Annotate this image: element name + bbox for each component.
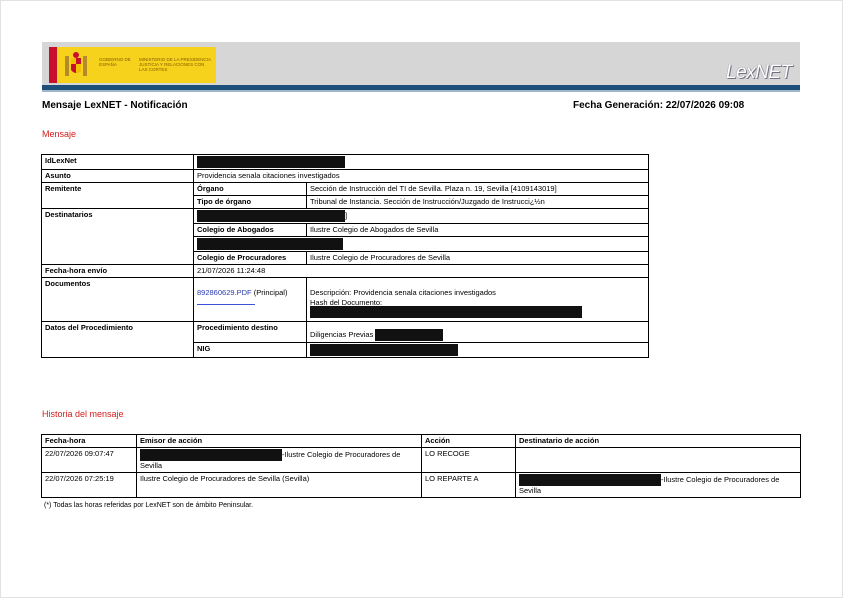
table-row: 22/07/2026 07:25:19 Ilustre Colegio de P… bbox=[41, 472, 801, 498]
redacted-block bbox=[197, 156, 345, 168]
table-row: Documentos 892860629.PDF (Principal) Des… bbox=[41, 277, 649, 322]
page-title: Mensaje LexNET - Notificación bbox=[42, 100, 188, 111]
column-header: Fecha-hora bbox=[41, 434, 137, 448]
column-header: Emisor de acción bbox=[136, 434, 422, 448]
government-logo: GOBIERNO DE ESPAÑA MINISTERIO DE LA PRES… bbox=[49, 47, 216, 83]
redacted-block bbox=[197, 210, 345, 222]
colegio-procuradores-value: Ilustre Colegio de Procuradores de Sevil… bbox=[306, 251, 649, 265]
asunto-label: Asunto bbox=[41, 169, 194, 183]
redacted-block bbox=[375, 329, 444, 341]
table-row: Datos del Procedimiento Procedimiento de… bbox=[41, 321, 649, 358]
emisor-cell: Ilustre Colegio de Procuradores de Sevil… bbox=[136, 472, 422, 498]
header-line bbox=[42, 90, 800, 92]
accion-cell: LO REPARTE A bbox=[421, 472, 516, 498]
fecha-cell: 22/07/2026 07:25:19 bbox=[41, 472, 137, 498]
colegio-abogados-label: Colegio de Abogados bbox=[193, 223, 307, 237]
table-row: Remitente Órgano Sección de Instrucción … bbox=[41, 182, 649, 209]
colegio-abogados-value: Ilustre Colegio de Abogados de Sevilla bbox=[306, 223, 649, 237]
bracket-suffix: ] bbox=[345, 210, 348, 220]
table-row: Fecha-hora envío 21/07/2026 11:24:48 bbox=[41, 264, 649, 278]
column-header: Acción bbox=[421, 434, 516, 448]
document-link-underline bbox=[197, 304, 255, 305]
fecha-envio-value: 21/07/2026 11:24:48 bbox=[193, 264, 649, 278]
redacted-block bbox=[519, 474, 661, 486]
ministry-text: MINISTERIO DE LA PRESIDENCIA JUSTICIA Y … bbox=[139, 57, 211, 72]
destinatarios-label: Destinatarios bbox=[41, 208, 194, 265]
flag-stripe bbox=[49, 47, 57, 83]
procedimiento-destino-value: Diligencias Previas bbox=[310, 329, 374, 339]
coat-of-arms-icon bbox=[65, 52, 87, 76]
tipo-organo-value: Tribunal de Instancia. Sección de Instru… bbox=[306, 195, 649, 209]
table-row: Asunto Providencia senala citaciones inv… bbox=[41, 169, 649, 183]
redacted-block bbox=[140, 449, 282, 461]
documentos-label: Documentos bbox=[41, 277, 194, 322]
datos-procedimiento-label: Datos del Procedimiento bbox=[41, 321, 194, 358]
section-mensaje: Mensaje bbox=[42, 129, 77, 139]
tipo-organo-label: Tipo de órgano bbox=[193, 195, 307, 209]
historia-table: Fecha-hora Emisor de acción Acción Desti… bbox=[41, 434, 801, 498]
asunto-value: Providencia senala citaciones investigad… bbox=[193, 169, 649, 183]
redacted-block bbox=[310, 344, 458, 356]
fecha-envio-label: Fecha-hora envío bbox=[41, 264, 194, 278]
redacted-block bbox=[310, 305, 582, 318]
document-description: Descripción: Providencia senala citacion… bbox=[310, 288, 496, 297]
procedimiento-destino-label: Procedimiento destino bbox=[193, 321, 307, 343]
organo-value: Sección de Instrucción del TI de Sevilla… bbox=[306, 182, 649, 196]
colegio-procuradores-label: Colegio de Procuradores bbox=[193, 251, 307, 265]
generation-date: Fecha Generación: 22/07/2026 09:08 bbox=[573, 100, 745, 111]
table-row: 22/07/2026 09:07:47 -Ilustre Colegio de … bbox=[41, 447, 801, 473]
table-header-row: Fecha-hora Emisor de acción Acción Desti… bbox=[41, 434, 801, 448]
idlexnet-label: IdLexNet bbox=[41, 154, 194, 170]
redacted-block bbox=[197, 238, 343, 250]
mensaje-table: IdLexNet Asunto Providencia senala citac… bbox=[41, 154, 649, 358]
lexnet-logo: LexNET bbox=[726, 62, 792, 83]
document-tag: (Principal) bbox=[251, 288, 288, 297]
document-link[interactable]: 892860629.PDF bbox=[197, 288, 252, 297]
remitente-label: Remitente bbox=[41, 182, 194, 209]
column-header: Destinatario de acción bbox=[515, 434, 801, 448]
footnote: (*) Todas las horas referidas por LexNET… bbox=[44, 502, 254, 509]
table-row: Destinatarios ] bbox=[41, 208, 649, 265]
accion-cell: LO RECOGE bbox=[421, 447, 516, 473]
fecha-cell: 22/07/2026 09:07:47 bbox=[41, 447, 137, 473]
section-historia: Historia del mensaje bbox=[42, 409, 124, 419]
organo-label: Órgano bbox=[193, 182, 307, 196]
nig-label: NIG bbox=[193, 342, 307, 358]
destinatario-cell bbox=[515, 447, 801, 473]
table-row: IdLexNet bbox=[41, 154, 649, 170]
gov-text: GOBIERNO DE ESPAÑA bbox=[99, 57, 131, 67]
